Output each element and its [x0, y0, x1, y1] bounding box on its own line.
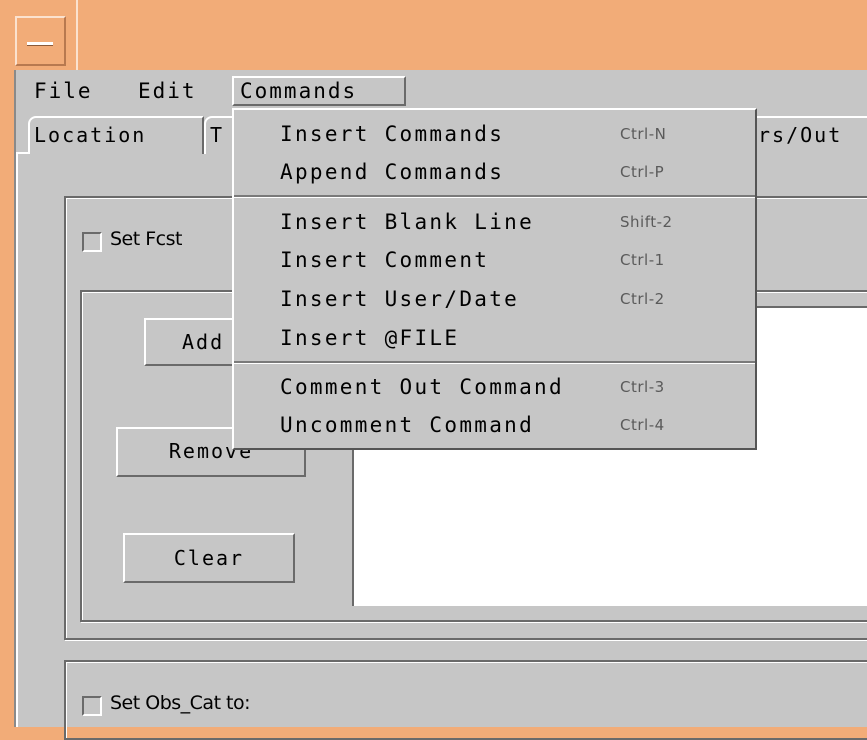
menu-file[interactable]: File [28, 76, 99, 106]
menu-commands[interactable]: Commands [232, 76, 406, 106]
window-left-border [0, 70, 14, 727]
set-obs-cat-checkbox[interactable] [82, 696, 102, 716]
menu-separator [234, 195, 755, 198]
title-bar-divider [76, 0, 78, 70]
menu-separator [234, 361, 755, 364]
menu-item-append-commands[interactable]: Append Commands Ctrl-P [234, 152, 755, 192]
window-menu-button[interactable] [15, 16, 66, 66]
set-fcst-label: Set Fcst [110, 228, 182, 250]
clear-button[interactable]: Clear [123, 533, 295, 583]
menu-item-uncomment-command[interactable]: Uncomment Command Ctrl-4 [234, 405, 755, 445]
tab-location[interactable]: Location [28, 116, 204, 154]
menu-edit[interactable]: Edit [132, 76, 203, 106]
menu-item-comment-out-command[interactable]: Comment Out Command Ctrl-3 [234, 367, 755, 407]
set-fcst-checkbox[interactable] [82, 232, 102, 252]
menu-item-insert-comment[interactable]: Insert Comment Ctrl-1 [234, 240, 755, 280]
title-bar [0, 0, 867, 70]
minus-icon [27, 42, 53, 46]
menu-item-insert-blank-line[interactable]: Insert Blank Line Shift-2 [234, 202, 755, 242]
menu-item-insert-commands[interactable]: Insert Commands Ctrl-N [234, 114, 755, 154]
menu-item-insert-file[interactable]: Insert @FILE [234, 318, 755, 358]
set-obs-cat-label: Set Obs_Cat to: [110, 692, 251, 714]
commands-dropdown: Insert Commands Ctrl-N Append Commands C… [232, 108, 757, 450]
menu-item-insert-user-date[interactable]: Insert User/Date Ctrl-2 [234, 279, 755, 319]
tab-partial-right[interactable]: rs/Out [752, 116, 867, 154]
